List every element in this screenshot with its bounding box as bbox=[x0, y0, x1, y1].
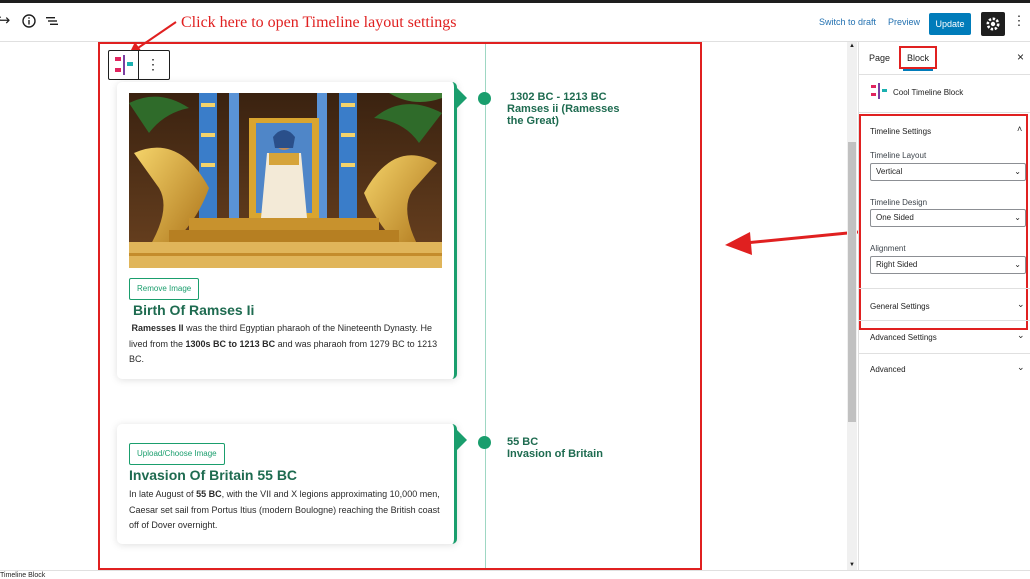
divider bbox=[859, 74, 1030, 75]
canvas-scrollbar[interactable]: ▲ ▼ bbox=[847, 42, 857, 570]
settings-sidebar: Page Block × Cool Timeline Block Timelin… bbox=[858, 42, 1030, 570]
alignment-select[interactable]: Right Sided ⌄ bbox=[870, 256, 1026, 274]
chevron-up-icon[interactable]: ˄ bbox=[1017, 124, 1022, 134]
pharaoh-throne-image bbox=[129, 93, 442, 268]
timeline-icon bbox=[115, 55, 133, 75]
timeline-design-label: Timeline Design bbox=[870, 198, 928, 207]
card-title-2[interactable]: Invasion Of Britain 55 BC bbox=[129, 467, 297, 483]
upload-choose-image-button[interactable]: Upload/Choose Image bbox=[129, 443, 225, 465]
timeline-layout-select[interactable]: Vertical ⌄ bbox=[870, 163, 1026, 181]
chevron-down-icon[interactable]: ⌄ bbox=[1017, 299, 1025, 310]
timeline-date-1: 1302 BC - 1213 BC Ramses ii (Ramesses th… bbox=[507, 91, 620, 127]
divider bbox=[859, 112, 1030, 113]
divider bbox=[859, 353, 1030, 354]
scrollbar-thumb[interactable] bbox=[848, 142, 856, 422]
block-name: Cool Timeline Block bbox=[893, 88, 964, 97]
timeline-settings-title[interactable]: Timeline Settings bbox=[870, 127, 931, 136]
close-icon[interactable]: × bbox=[1017, 50, 1024, 64]
advanced-settings-title[interactable]: Advanced Settings bbox=[870, 333, 937, 342]
card-description-2[interactable]: In late August of 55 BC, with the VII an… bbox=[129, 487, 444, 534]
timeline-date-2: 55 BC Invasion of Britain bbox=[507, 436, 603, 460]
card-title-1[interactable]: Birth Of Ramses Ii bbox=[133, 302, 254, 318]
chevron-down-icon: ⌄ bbox=[1014, 167, 1021, 176]
timeline-layout-label: Timeline Layout bbox=[870, 151, 927, 160]
remove-image-button[interactable]: Remove Image bbox=[129, 278, 200, 300]
chevron-down-icon: ⌄ bbox=[1014, 260, 1021, 269]
timeline-dot-1 bbox=[478, 92, 491, 105]
active-tab-indicator bbox=[903, 69, 933, 71]
tab-page[interactable]: Page bbox=[869, 53, 890, 63]
card-description-1[interactable]: Ramesses II was the third Egyptian phara… bbox=[129, 321, 444, 368]
block-more-options-icon[interactable]: ⋮ bbox=[146, 56, 160, 72]
timeline-dot-2 bbox=[478, 436, 491, 449]
alignment-label: Alignment bbox=[870, 244, 906, 253]
scroll-down-icon[interactable]: ▼ bbox=[849, 562, 855, 568]
breadcrumb[interactable]: Timeline Block bbox=[0, 572, 45, 579]
divider bbox=[859, 320, 1030, 321]
block-toolbar: ⋮ bbox=[108, 50, 170, 80]
card-pointer-2 bbox=[457, 430, 467, 450]
chevron-down-icon[interactable]: ⌄ bbox=[1017, 362, 1025, 373]
tab-block[interactable]: Block bbox=[907, 53, 929, 63]
timeline-design-select[interactable]: One Sided ⌄ bbox=[870, 209, 1026, 227]
scroll-up-icon[interactable]: ▲ bbox=[849, 43, 855, 49]
divider bbox=[859, 288, 1030, 289]
advanced-title[interactable]: Advanced bbox=[870, 365, 906, 374]
editor-footer: Timeline Block bbox=[0, 570, 1030, 579]
chevron-down-icon: ⌄ bbox=[1014, 213, 1021, 222]
card-pointer-1 bbox=[457, 88, 467, 108]
chevron-down-icon[interactable]: ⌄ bbox=[1017, 330, 1025, 341]
timeline-block-icon bbox=[871, 83, 887, 99]
general-settings-title[interactable]: General Settings bbox=[870, 302, 930, 311]
timeline-block-icon-button[interactable] bbox=[109, 51, 139, 79]
